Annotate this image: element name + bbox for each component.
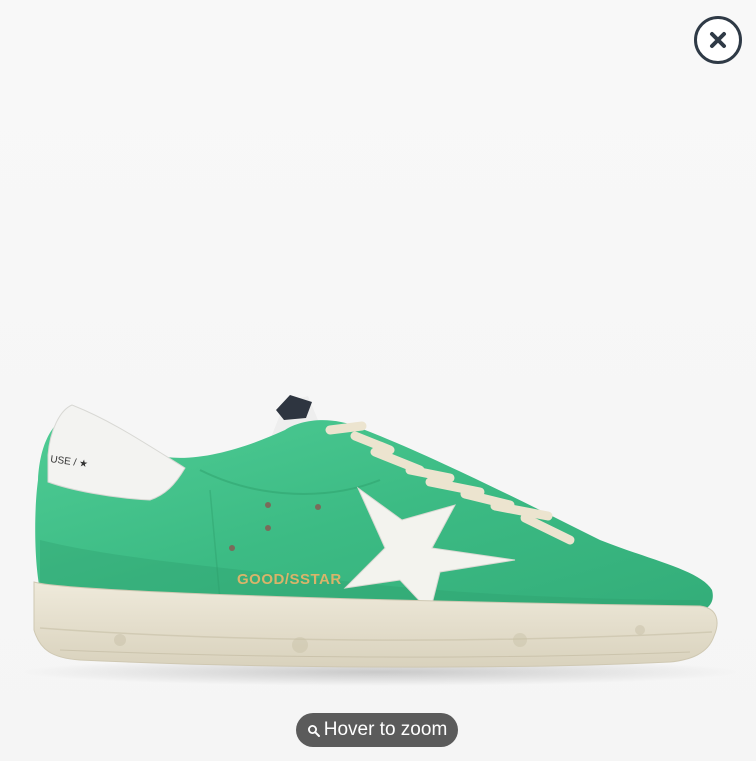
product-image[interactable]: USE / ★ GOOD/SSTAR	[0, 0, 756, 761]
close-icon	[710, 32, 726, 48]
product-image-viewer: USE / ★ GOOD/SSTAR Hover to zoom	[0, 0, 756, 761]
magnifier-icon	[307, 724, 321, 738]
heel-tab	[47, 404, 186, 501]
hover-to-zoom-label: Hover to zoom	[323, 719, 448, 740]
side-print: GOOD/SSTAR	[237, 571, 342, 588]
close-button[interactable]	[694, 16, 742, 64]
hover-to-zoom-hint: Hover to zoom	[296, 713, 458, 747]
